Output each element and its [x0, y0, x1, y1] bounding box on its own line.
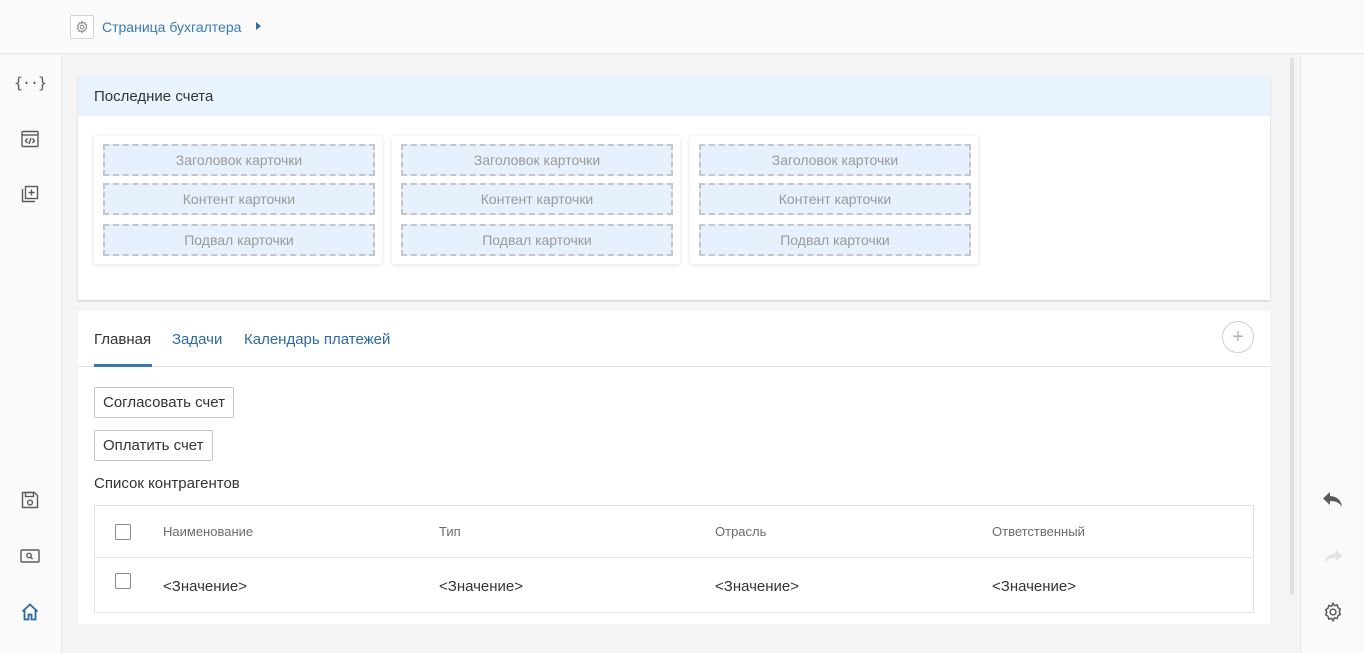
left-sidebar: {··} — [0, 55, 62, 653]
row-checkbox[interactable] — [115, 573, 131, 589]
settings-icon[interactable] — [1322, 601, 1344, 623]
approve-invoice-button[interactable]: Согласовать счет — [94, 387, 234, 418]
save-icon[interactable] — [19, 489, 41, 511]
code-braces-icon[interactable]: {··} — [14, 72, 47, 94]
add-widget-icon[interactable] — [19, 183, 41, 205]
select-all-checkbox[interactable] — [115, 524, 131, 540]
tab-main[interactable]: Главная — [94, 331, 151, 348]
card-header-slot: Заголовок карточки — [699, 144, 971, 176]
table-row[interactable]: <Значение> <Значение> <Значение> <Значен… — [95, 558, 1253, 612]
card-footer-slot: Подвал карточки — [103, 224, 375, 256]
column-header-responsible[interactable]: Ответственный — [992, 524, 1085, 539]
invoice-card[interactable]: Заголовок карточки Контент карточки Подв… — [94, 136, 382, 264]
recent-invoices-panel: Последние счета Заголовок карточки Конте… — [78, 75, 1270, 300]
recent-invoices-title: Последние счета — [78, 75, 1270, 116]
cell-name: <Значение> — [163, 578, 248, 595]
add-tab-button[interactable]: + — [1222, 321, 1254, 353]
column-header-type[interactable]: Тип — [439, 524, 461, 539]
table-header-row: Наименование Тип Отрасль Ответственный — [95, 506, 1253, 558]
undo-icon[interactable] — [1322, 488, 1344, 510]
counterparties-list-title: Список контрагентов — [94, 475, 240, 492]
counterparties-table: Наименование Тип Отрасль Ответственный <… — [94, 505, 1254, 613]
tab-payment-calendar[interactable]: Календарь платежей — [244, 331, 390, 348]
redo-icon[interactable] — [1322, 545, 1344, 567]
card-content-slot: Контент карточки — [103, 183, 375, 215]
invoice-card[interactable]: Заголовок карточки Контент карточки Подв… — [392, 136, 680, 264]
card-header-slot: Заголовок карточки — [103, 144, 375, 176]
breadcrumb-page-link[interactable]: Страница бухгалтера — [102, 19, 241, 35]
vertical-scrollbar[interactable] — [1288, 58, 1296, 595]
main-tabs-panel: Главная Задачи Календарь платежей + Согл… — [78, 311, 1270, 624]
breadcrumb-caret-right-icon[interactable] — [256, 22, 261, 30]
invoice-card[interactable]: Заголовок карточки Контент карточки Подв… — [690, 136, 978, 264]
cell-responsible: <Значение> — [992, 578, 1077, 595]
cell-industry: <Значение> — [715, 578, 800, 595]
scrollbar-thumb[interactable] — [1290, 58, 1294, 595]
home-icon[interactable] — [19, 601, 41, 623]
pay-invoice-button[interactable]: Оплатить счет — [94, 430, 213, 461]
search-panel-icon[interactable] — [19, 545, 41, 567]
tab-bar: Главная Задачи Календарь платежей + — [78, 311, 1270, 367]
column-header-name[interactable]: Наименование — [163, 524, 253, 539]
card-content-slot: Контент карточки — [699, 183, 971, 215]
card-footer-slot: Подвал карточки — [699, 224, 971, 256]
cell-type: <Значение> — [439, 578, 524, 595]
right-sidebar — [1300, 55, 1364, 653]
card-content-slot: Контент карточки — [401, 183, 673, 215]
active-tab-indicator — [94, 364, 152, 367]
code-window-icon[interactable] — [19, 128, 41, 150]
tab-tasks[interactable]: Задачи — [172, 331, 222, 348]
card-footer-slot: Подвал карточки — [401, 224, 673, 256]
card-header-slot: Заголовок карточки — [401, 144, 673, 176]
page-settings-gear-icon[interactable] — [70, 15, 94, 39]
top-bar: Страница бухгалтера — [0, 0, 1364, 54]
column-header-industry[interactable]: Отрасль — [715, 524, 766, 539]
